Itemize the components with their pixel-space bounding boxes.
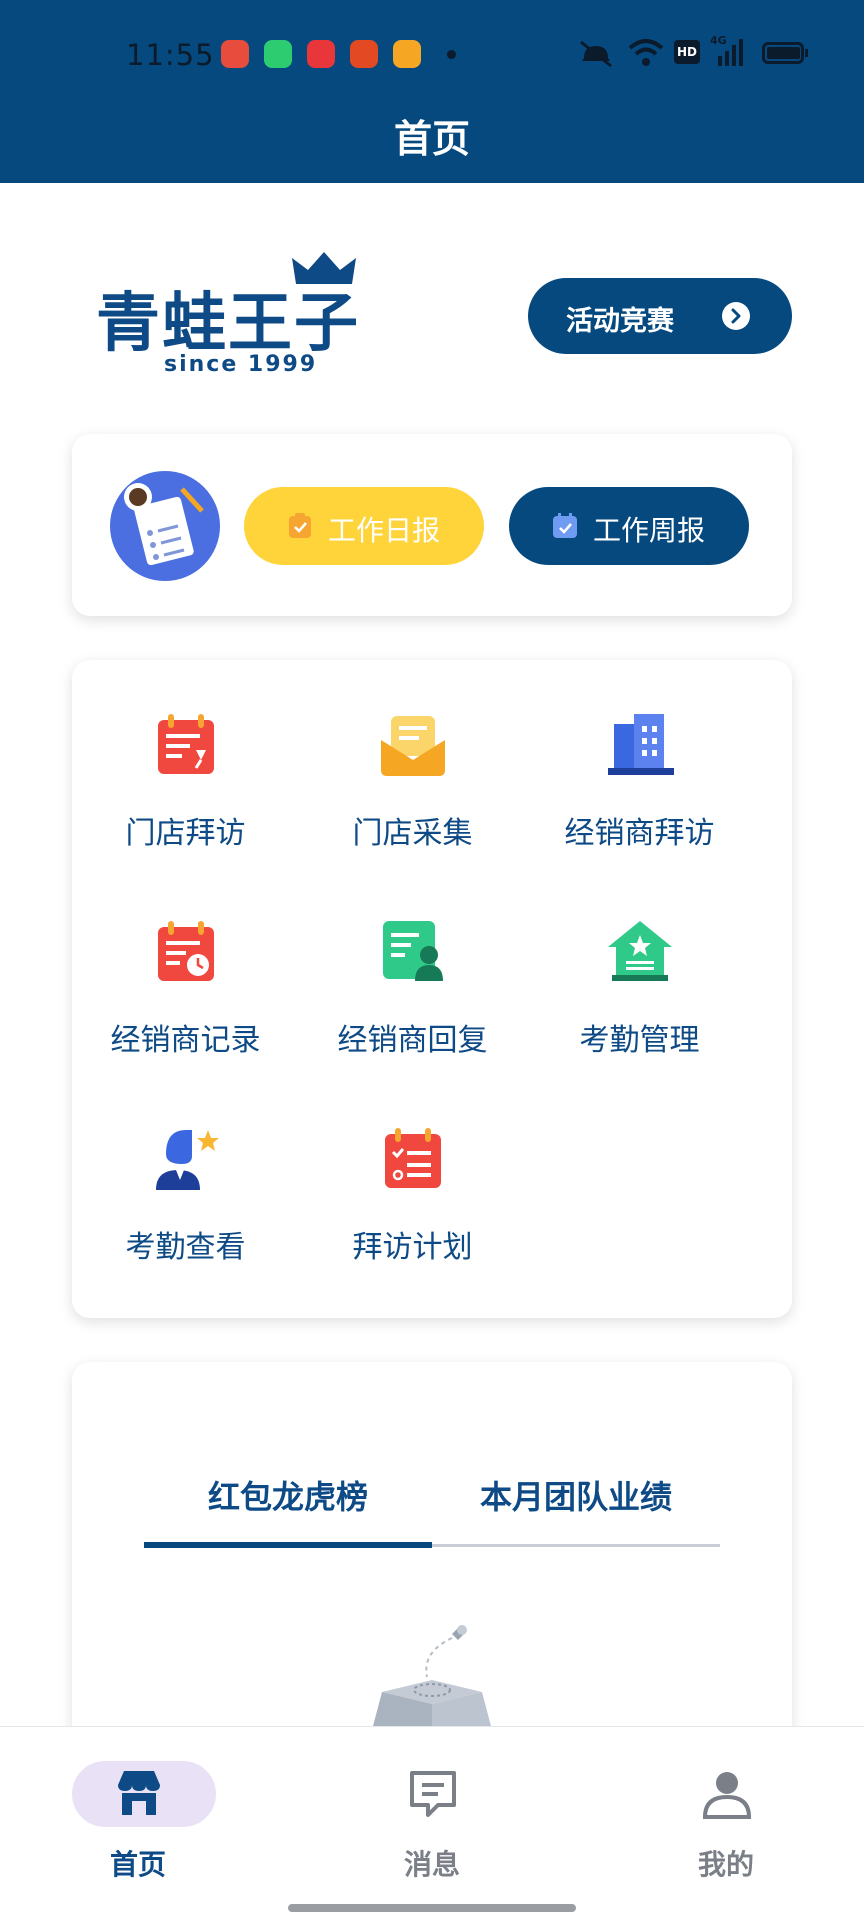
grid-item-attendance-manage[interactable]: 考勤管理 [526,867,753,1067]
nav-home[interactable]: 首页 [58,1757,218,1887]
grid-label-visit-plan: 拜访计划 [352,1230,473,1265]
grid-item-store-collect[interactable]: 门店采集 [299,660,526,860]
calendar-pin-icon [158,714,214,774]
report-illustration-icon [110,471,220,581]
event-button-label: 活动竞赛 [566,306,674,337]
report-card: 工作日报 工作周报 [72,434,792,616]
page-title: 首页 [393,117,470,161]
grid-item-dealer-visit[interactable]: 经销商拜访 [526,660,753,860]
house-star-icon [608,921,672,981]
calendar-clock-icon [158,921,214,981]
bottom-navigation: 首页 消息 我的 [0,1726,864,1920]
calendar-check-icon [553,513,577,538]
grid-item-attendance-view[interactable]: 考勤查看 [72,1074,299,1274]
person-star-icon [156,1130,219,1190]
event-competition-button[interactable]: 活动竞赛 [528,278,792,354]
function-grid-card: 门店拜访 门店采集 经销商拜访 经销商记录 经销商回复 考勤管理 考勤查看 拜访… [72,660,792,1318]
grid-label-store-visit: 门店拜访 [125,816,246,851]
signal-4g-icon: 4G [710,34,746,68]
document-person-icon [383,921,443,981]
chevron-right-icon [722,302,750,330]
grid-item-dealer-record[interactable]: 经销商记录 [72,867,299,1067]
weekly-report-button[interactable]: 工作周报 [509,487,749,565]
grid-label-attendance-manage: 考勤管理 [579,1023,700,1058]
hd-icon: HD [674,40,700,64]
grid-label-store-collect: 门店采集 [352,816,473,851]
store-icon [118,1771,160,1815]
chat-icon [410,1771,456,1817]
wifi-icon [628,39,664,66]
status-bar: 11:55 HD 4G [0,0,864,110]
grid-label-dealer-reply: 经销商回复 [337,1023,488,1058]
grid-item-dealer-reply[interactable]: 经销商回复 [299,867,526,1067]
grid-label-dealer-record: 经销商记录 [110,1023,261,1058]
tab-red-packet-ranking[interactable]: 红包龙虎榜 [144,1472,432,1518]
app-header: 11:55 HD 4G 首页 [0,0,864,183]
home-indicator[interactable] [288,1904,576,1912]
user-icon [702,1772,752,1819]
status-time: 11:55 [126,38,215,72]
toutiao-app-icon [307,40,335,68]
nav-label-home: 首页 [109,1848,166,1881]
battery-icon [762,42,808,64]
daily-report-button[interactable]: 工作日报 [244,487,484,565]
grid-label-attendance-view: 考勤查看 [125,1230,246,1265]
gift-app-icon [221,40,249,68]
tab-team-performance[interactable]: 本月团队业绩 [432,1472,720,1518]
nav-messages[interactable]: 消息 [352,1757,512,1887]
logo-text: 青蛙王子 [96,287,360,361]
home-page: 11:55 HD 4G 首页 青蛙王子 since 1999 活动竞赛 工作日报… [0,0,864,1920]
more-notifications-dot [447,50,456,59]
clipboard-icon [289,513,311,538]
daily-report-label: 工作日报 [328,514,441,547]
nav-label-messages: 消息 [403,1848,460,1881]
building-icon [608,714,674,775]
grid-label-dealer-visit: 经销商拜访 [564,816,715,851]
calendar-checklist-icon [385,1128,441,1188]
logo-subtitle: since 1999 [164,352,318,377]
envelope-icon [381,716,445,776]
message-app-icon [264,40,292,68]
video-app-icon [393,40,421,68]
grid-item-visit-plan[interactable]: 拜访计划 [299,1074,526,1274]
tab-active-indicator [144,1542,432,1548]
grid-item-store-visit[interactable]: 门店拜访 [72,660,299,860]
taobao-app-icon [350,40,378,68]
weekly-report-label: 工作周报 [593,514,706,547]
nav-profile[interactable]: 我的 [646,1757,806,1887]
mute-icon [580,40,612,68]
nav-label-profile: 我的 [697,1848,754,1881]
brand-logo: 青蛙王子 since 1999 [96,252,386,382]
empty-box-icon [372,1625,492,1732]
